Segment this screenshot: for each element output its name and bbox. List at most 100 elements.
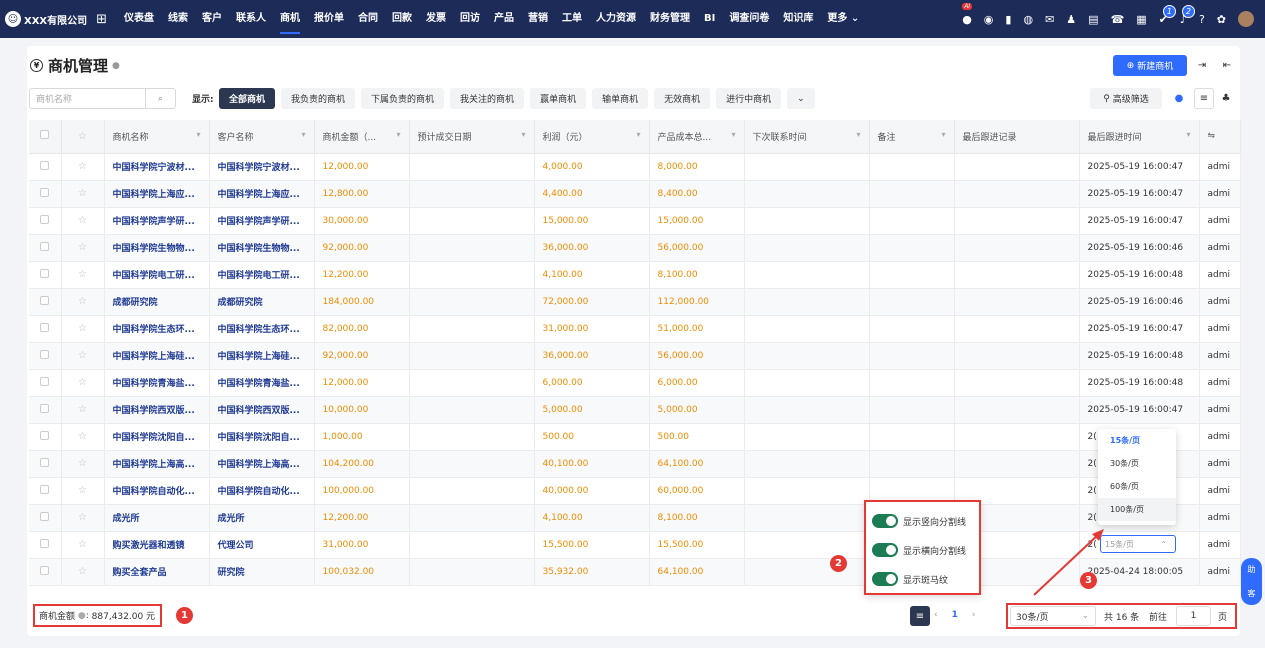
nav-item[interactable]: 财务管理 — [643, 0, 697, 38]
column-header[interactable]: 下次联系时间 ▾ — [744, 120, 870, 154]
checkbox[interactable] — [40, 187, 50, 197]
star-icon[interactable]: ☆ — [78, 377, 87, 388]
opportunity-name-link[interactable]: 中国科学院自动化... — [104, 477, 210, 505]
row-star-cell[interactable]: ☆ — [61, 288, 105, 316]
search-icon[interactable]: ⌕ — [145, 89, 175, 108]
filter-tab[interactable]: 我关注的商机 — [450, 88, 525, 109]
filter-tab[interactable]: 我负责的商机 — [281, 88, 356, 109]
checkbox[interactable] — [40, 349, 50, 359]
row-star-cell[interactable]: ☆ — [61, 531, 105, 559]
nav-item[interactable]: 仪表盘 — [117, 0, 161, 38]
customer-name-link[interactable]: 中国科学院自动化... — [209, 477, 315, 505]
checkbox[interactable] — [40, 241, 50, 251]
current-page[interactable]: 1 — [952, 610, 958, 620]
row-checkbox-cell[interactable] — [29, 558, 62, 586]
nav-item[interactable]: 商机 — [273, 0, 307, 38]
row-checkbox-cell[interactable] — [29, 531, 62, 559]
advanced-filter-button[interactable]: ⚲ 高级筛选 — [1090, 88, 1162, 109]
row-checkbox-cell[interactable] — [29, 342, 62, 370]
opportunity-name-link[interactable]: 购买激光器和透镜 — [104, 531, 210, 559]
header-select-all[interactable] — [29, 120, 62, 154]
column-filter-icon[interactable]: ▾ — [731, 130, 735, 139]
filter-tab[interactable]: 下属负责的商机 — [361, 88, 445, 109]
column-filter-icon[interactable]: ▾ — [396, 130, 400, 139]
page-size-option[interactable]: 15条/页 — [1098, 429, 1176, 452]
checkbox[interactable] — [40, 430, 50, 440]
customer-name-link[interactable]: 中国科学院沈阳自... — [209, 423, 315, 451]
page-jump-input[interactable]: 1 — [1176, 606, 1211, 626]
toggle-switch[interactable] — [872, 572, 898, 586]
nav-item[interactable]: 营销 — [521, 0, 555, 38]
row-star-cell[interactable]: ☆ — [61, 234, 105, 262]
opportunity-name-link[interactable]: 成都研究院 — [104, 288, 210, 316]
customer-name-link[interactable]: 成都研究院 — [209, 288, 315, 316]
row-star-cell[interactable]: ☆ — [61, 477, 105, 505]
checkbox[interactable] — [40, 403, 50, 413]
nav-item[interactable]: 联系人 — [229, 0, 273, 38]
row-checkbox-cell[interactable] — [29, 396, 62, 424]
customer-name-link[interactable]: 成光所 — [209, 504, 315, 532]
nav-item[interactable]: 合同 — [351, 0, 385, 38]
row-star-cell[interactable]: ☆ — [61, 315, 105, 343]
row-star-cell[interactable]: ☆ — [61, 261, 105, 289]
help-circle-icon[interactable]: ● — [112, 61, 120, 71]
checkbox[interactable] — [40, 484, 50, 494]
row-checkbox-cell[interactable] — [29, 207, 62, 235]
row-checkbox-cell[interactable] — [29, 180, 62, 208]
checkbox[interactable] — [40, 565, 50, 575]
opportunity-name-link[interactable]: 中国科学院沈阳自... — [104, 423, 210, 451]
customer-name-link[interactable]: 中国科学院上海应... — [209, 180, 315, 208]
mail-icon[interactable]: ✉ — [1045, 13, 1054, 26]
customer-name-link[interactable]: 中国科学院青海盐... — [209, 369, 315, 397]
nav-item[interactable]: 调查问卷 — [722, 0, 776, 38]
row-checkbox-cell[interactable] — [29, 504, 62, 532]
import-icon[interactable]: ⇥ — [1192, 55, 1212, 76]
filter-tab[interactable]: 输单商机 — [592, 88, 649, 109]
toggle-zebra-stripes[interactable]: 显示斑马纹 — [872, 572, 948, 586]
column-filter-icon[interactable]: ▾ — [301, 130, 305, 139]
assistant-icon[interactable]: 助 — [1248, 564, 1256, 575]
star-icon[interactable]: ☆ — [78, 269, 87, 280]
row-star-cell[interactable]: ☆ — [61, 558, 105, 586]
table-row[interactable]: ☆ 中国科学院上海高... 中国科学院上海高... 104,200.00 40,100.… — [29, 450, 1241, 478]
opportunity-name-link[interactable]: 成光所 — [104, 504, 210, 532]
calendar-icon[interactable]: ▦ — [1136, 13, 1146, 26]
column-header[interactable]: 最后跟进时间 ▾ — [1079, 120, 1200, 154]
column-header[interactable]: 商机名称 ▾ — [104, 120, 210, 154]
row-star-cell[interactable]: ☆ — [61, 423, 105, 451]
customer-name-link[interactable]: 代理公司 — [209, 531, 315, 559]
column-header[interactable]: 备注 ▾ — [869, 120, 955, 154]
toggle-switch[interactable] — [872, 514, 898, 528]
customer-name-link[interactable]: 中国科学院生态环... — [209, 315, 315, 343]
checkbox[interactable] — [40, 538, 50, 548]
star-icon[interactable]: ☆ — [78, 566, 87, 577]
customer-name-link[interactable]: 中国科学院声学研... — [209, 207, 315, 235]
opportunity-name-link[interactable]: 中国科学院宁波材... — [104, 153, 210, 181]
toggle-switch[interactable] — [872, 543, 898, 557]
table-row[interactable]: ☆ 中国科学院自动化... 中国科学院自动化... 100,000.00 40,000.… — [29, 477, 1241, 505]
page-size-option[interactable]: 30条/页 — [1098, 452, 1176, 475]
table-row[interactable]: ☆ 成都研究院 成都研究院 184,000.00 72,000.00 112,000.00… — [29, 288, 1241, 316]
star-icon[interactable]: ☆ — [78, 323, 87, 334]
nav-item[interactable]: 工单 — [555, 0, 589, 38]
customer-name-link[interactable]: 中国科学院西双版... — [209, 396, 315, 424]
sum-help-icon[interactable]: ● — [78, 611, 86, 621]
row-star-cell[interactable]: ☆ — [61, 396, 105, 424]
customer-name-link[interactable]: 中国科学院上海硅... — [209, 342, 315, 370]
filter-tab[interactable]: 无效商机 — [654, 88, 711, 109]
checkbox[interactable] — [40, 511, 50, 521]
nav-item[interactable]: 知识库 — [776, 0, 820, 38]
table-row[interactable]: ☆ 中国科学院生物物... 中国科学院生物物... 92,000.00 36,000.0… — [29, 234, 1241, 262]
customer-name-link[interactable]: 中国科学院宁波材... — [209, 153, 315, 181]
row-checkbox-cell[interactable] — [29, 288, 62, 316]
row-checkbox-cell[interactable] — [29, 477, 62, 505]
opportunity-name-link[interactable]: 中国科学院生物物... — [104, 234, 210, 262]
star-icon[interactable]: ☆ — [78, 188, 87, 199]
row-star-cell[interactable]: ☆ — [61, 180, 105, 208]
star-icon[interactable]: ☆ — [78, 404, 87, 415]
search-input[interactable]: 商机名称 ⌕ — [29, 88, 176, 109]
opportunity-name-link[interactable]: 购买全套产品 — [104, 558, 210, 586]
document-icon[interactable]: ▤ — [1088, 13, 1098, 26]
checkbox[interactable] — [40, 376, 50, 386]
nav-item[interactable]: 线索 — [161, 0, 195, 38]
